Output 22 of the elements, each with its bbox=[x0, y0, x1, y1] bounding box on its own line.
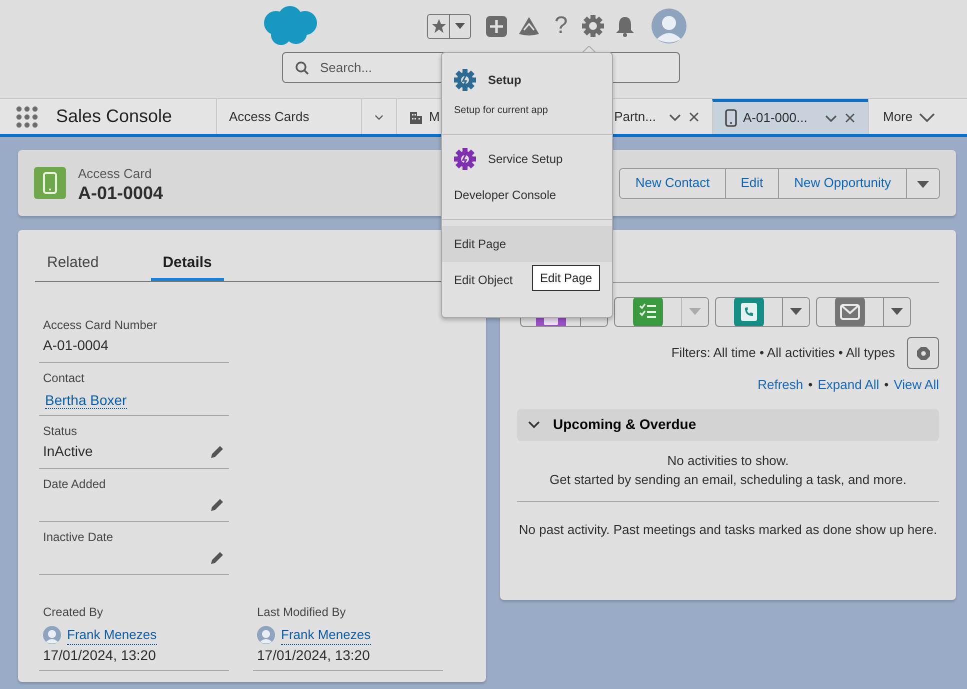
date-value: 17/01/2024, 13:20 bbox=[257, 646, 371, 665]
tooltip: Edit Page bbox=[532, 265, 600, 291]
field-label: Date Added bbox=[43, 476, 107, 492]
separator-dot: • bbox=[808, 376, 813, 394]
empty-hint: Get started by sending an email, scheduling a task, and more. bbox=[548, 470, 908, 488]
date-value: 17/01/2024, 13:20 bbox=[43, 646, 157, 665]
field-label: Contact bbox=[43, 370, 86, 386]
past-activity-note: No past activity. Past meetings and tasks marked as done show up here. bbox=[517, 500, 939, 539]
field-label: Created By bbox=[43, 604, 104, 620]
field-value: A-01-0004 bbox=[43, 336, 108, 355]
record-title: A-01-0004 bbox=[78, 184, 164, 202]
field-label: Last Modified By bbox=[257, 604, 347, 620]
app-name: Sales Console bbox=[56, 105, 174, 128]
field-value: InActive bbox=[43, 442, 93, 461]
separator-dot: • bbox=[884, 376, 889, 394]
empty-title: No activities to show. bbox=[666, 452, 790, 470]
field-label: Inactive Date bbox=[43, 528, 114, 546]
field-label: Status bbox=[43, 422, 78, 440]
menu-item-description: Setup for current app bbox=[453, 104, 549, 118]
filters-text: Filters: All time • All activities • All types bbox=[671, 344, 895, 362]
record-type: Access Card bbox=[78, 165, 153, 184]
field-label: Access Card Number bbox=[43, 316, 158, 334]
